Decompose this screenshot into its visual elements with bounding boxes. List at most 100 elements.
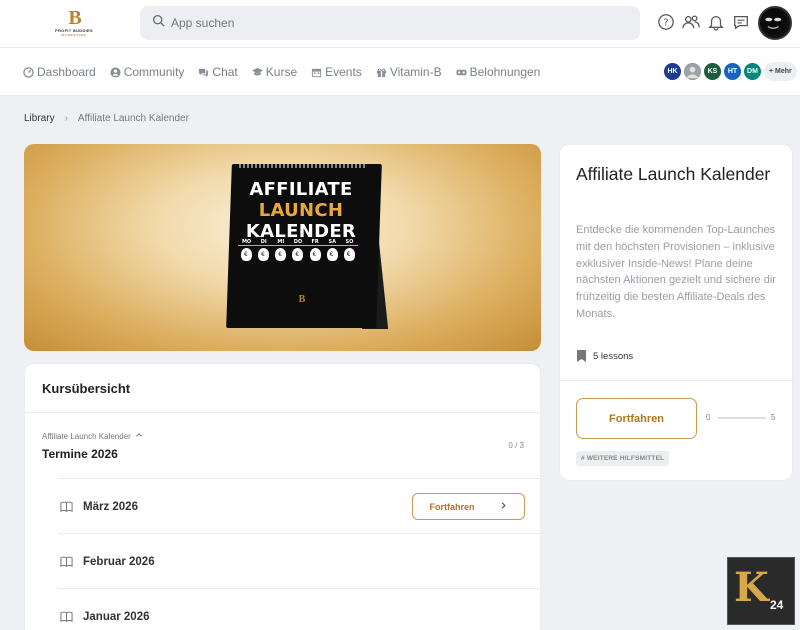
calendar-title-line: AFFILIATE bbox=[249, 179, 353, 200]
chevron-right-icon: › bbox=[64, 113, 68, 124]
bell-icon[interactable] bbox=[707, 13, 725, 31]
member-avatar[interactable]: KS bbox=[703, 62, 722, 81]
book-icon bbox=[60, 500, 73, 513]
calendar-days: MO DI MI DO FR SA SO bbox=[238, 239, 358, 246]
button-label: Fortfahren bbox=[429, 501, 475, 512]
nav-label: Kurse bbox=[265, 65, 298, 79]
calendar-day: SO bbox=[345, 239, 354, 245]
logo-mark: B bbox=[68, 7, 81, 29]
progress-max: 5 bbox=[771, 413, 776, 422]
section-label: Affiliate Launch Kalender bbox=[42, 431, 131, 441]
main-nav: Dashboard Community Chat Kurse Events Vi… bbox=[0, 48, 800, 96]
member-avatar[interactable] bbox=[683, 62, 702, 81]
nav-events[interactable]: Events bbox=[311, 65, 362, 79]
rewards-icon bbox=[456, 69, 467, 75]
book-icon bbox=[60, 610, 73, 623]
lesson-title: Februar 2026 bbox=[83, 555, 155, 568]
calendar-title-line: LAUNCH bbox=[258, 200, 344, 221]
course-overview-heading: Kursübersicht bbox=[42, 381, 131, 396]
nav-label: Community bbox=[123, 65, 185, 79]
member-avatar[interactable]: DM bbox=[743, 62, 762, 81]
calendar-day: DO bbox=[293, 239, 303, 245]
nav-label: Belohnungen bbox=[469, 65, 541, 79]
nav-community[interactable]: Community bbox=[110, 65, 185, 79]
search-input[interactable] bbox=[171, 16, 591, 30]
search-icon bbox=[152, 14, 165, 32]
help-icon[interactable]: ? bbox=[657, 13, 675, 31]
courses-icon bbox=[251, 67, 263, 75]
calendar-logo: B bbox=[298, 294, 306, 305]
svg-text:?: ? bbox=[663, 18, 668, 29]
divider bbox=[25, 412, 542, 413]
nav-chat[interactable]: Chat bbox=[198, 65, 238, 79]
lesson-row[interactable]: Januar 2026 bbox=[58, 588, 542, 630]
nav-label: Chat bbox=[212, 65, 238, 79]
gift-icon bbox=[376, 67, 386, 77]
dashboard-icon bbox=[23, 66, 34, 78]
nav-label: Events bbox=[325, 65, 362, 79]
breadcrumb: Library › Affiliate Launch Kalender bbox=[24, 113, 189, 124]
course-description: Entdecke die kommenden Top-Launches mit … bbox=[576, 224, 776, 320]
section-title: Termine 2026 bbox=[42, 447, 118, 461]
money-bag-icon bbox=[343, 248, 355, 261]
money-bag-row bbox=[238, 248, 358, 261]
nav-dashboard[interactable]: Dashboard bbox=[23, 65, 96, 79]
watermark-number: 24 bbox=[770, 598, 784, 612]
book-icon bbox=[60, 555, 73, 568]
money-bag-icon bbox=[275, 248, 287, 261]
bookmark-icon bbox=[577, 350, 586, 362]
more-members-button[interactable]: + Mehr bbox=[764, 62, 797, 81]
search-bar[interactable] bbox=[140, 6, 640, 40]
section-toggle[interactable]: Affiliate Launch Kalender bbox=[42, 431, 143, 441]
lessons-count: 5 lessons bbox=[576, 350, 633, 362]
course-info-card: Affiliate Launch Kalender Entdecke die k… bbox=[559, 144, 794, 481]
top-bar: B PROFIT BUDDIES MARKETING ? bbox=[0, 0, 800, 48]
nav-label: Dashboard bbox=[37, 65, 96, 79]
money-bag-icon bbox=[258, 248, 270, 261]
user-avatar[interactable] bbox=[758, 6, 792, 40]
calendar-day: FR bbox=[311, 239, 319, 245]
member-avatars[interactable]: HK KS HT DM + Mehr bbox=[663, 62, 797, 81]
calendar-day: SA bbox=[328, 239, 337, 245]
course-overview: Kursübersicht Affiliate Launch Kalender … bbox=[24, 363, 542, 630]
course-title: Affiliate Launch Kalender bbox=[576, 164, 771, 184]
brand-logo[interactable]: B PROFIT BUDDIES MARKETING bbox=[54, 8, 94, 38]
money-bag-icon bbox=[326, 248, 338, 261]
progress-min: 0 bbox=[706, 413, 711, 422]
section-progress: 0 / 3 bbox=[508, 441, 524, 450]
course-hero-image: AFFILIATE LAUNCH KALENDER MO DI MI DO FR… bbox=[24, 144, 541, 351]
calendar-title: AFFILIATE LAUNCH KALENDER bbox=[231, 179, 371, 242]
continue-button[interactable]: Fortfahren bbox=[576, 398, 697, 439]
nav-belohnungen[interactable]: Belohnungen bbox=[456, 65, 541, 79]
members-icon[interactable] bbox=[682, 13, 700, 31]
community-icon bbox=[110, 66, 121, 78]
chat-icon bbox=[199, 68, 209, 77]
tag-badge[interactable]: # WEITERE HILFSMITTEL bbox=[576, 451, 670, 466]
calendar-icon bbox=[312, 68, 322, 77]
messages-icon[interactable] bbox=[732, 13, 750, 31]
money-bag-icon bbox=[309, 248, 321, 261]
divider bbox=[560, 380, 794, 381]
breadcrumb-library[interactable]: Library bbox=[24, 113, 55, 124]
watermark-logo: K 24 bbox=[727, 557, 795, 625]
breadcrumb-current: Affiliate Launch Kalender bbox=[77, 113, 189, 124]
lesson-row[interactable]: März 2026 Fortfahren bbox=[58, 478, 542, 534]
calendar-day: MO bbox=[241, 239, 252, 245]
calendar-day: MI bbox=[277, 239, 285, 245]
logo-sub: MARKETING bbox=[61, 33, 87, 37]
lesson-title: Januar 2026 bbox=[83, 610, 150, 623]
calendar-day: DI bbox=[260, 239, 267, 245]
nav-vitamin-b[interactable]: Vitamin-B bbox=[376, 65, 442, 79]
member-avatar[interactable]: HT bbox=[723, 62, 742, 81]
lessons-count-label: 5 lessons bbox=[593, 350, 634, 362]
watermark-letter: K bbox=[734, 564, 769, 611]
course-progress-bar bbox=[718, 417, 766, 419]
money-bag-icon bbox=[292, 248, 304, 261]
member-avatar[interactable]: HK bbox=[663, 62, 682, 81]
nav-kurse[interactable]: Kurse bbox=[251, 65, 298, 79]
money-bag-icon bbox=[241, 248, 253, 261]
nav-label: Vitamin-B bbox=[389, 65, 442, 79]
lesson-row[interactable]: Februar 2026 bbox=[58, 533, 542, 589]
lesson-title: März 2026 bbox=[83, 500, 138, 513]
lesson-continue-button[interactable]: Fortfahren bbox=[412, 493, 525, 520]
